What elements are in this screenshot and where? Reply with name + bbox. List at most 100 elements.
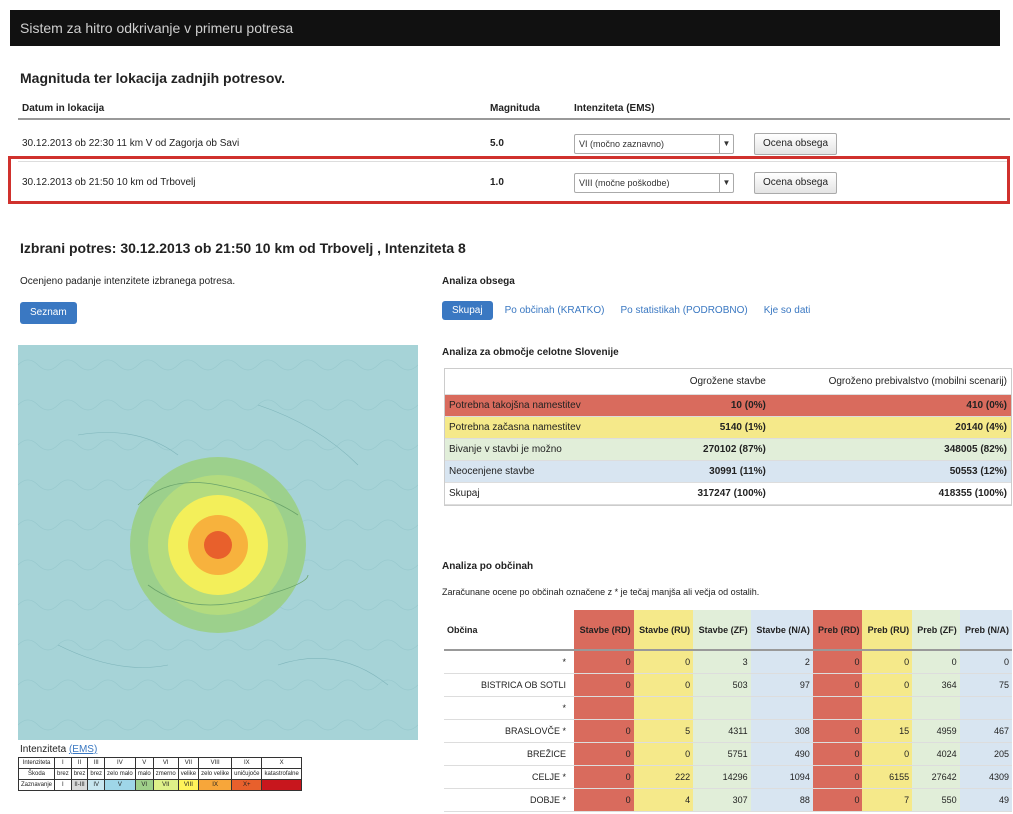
municipality-value: 0 xyxy=(912,650,960,674)
municipality-value xyxy=(812,696,863,720)
population-value: 410 (0%) xyxy=(966,400,1007,411)
municipality-col-header[interactable]: Stavbe (N/A) xyxy=(750,610,813,651)
assess-extent-button[interactable]: Ocena obsega xyxy=(754,132,838,155)
intensity-map-svg xyxy=(18,345,418,740)
municipality-value: 49 xyxy=(959,788,1012,812)
municipality-col-header[interactable]: Občina xyxy=(444,610,574,651)
population-value: 418355 (100%) xyxy=(938,488,1007,499)
municipality-value: 0 xyxy=(862,650,913,674)
municipality-row: BISTRICA OB SOTLI 0 0 503 97 0 0 364 75 xyxy=(444,673,1012,697)
ems-link[interactable]: (EMS) xyxy=(69,744,97,755)
municipality-value xyxy=(633,696,694,720)
municipality-value: 490 xyxy=(750,742,813,766)
municipality-value: 0 xyxy=(633,650,694,674)
municipality-name: BREŽICE xyxy=(444,742,574,766)
damage-category: Skupaj xyxy=(449,488,480,499)
municipality-value: 0 xyxy=(574,719,634,743)
population-value: 50553 (12%) xyxy=(949,466,1007,477)
tab-data-source[interactable]: Kje so dati xyxy=(760,301,815,320)
municipality-row: * xyxy=(444,696,1012,720)
intensity-map[interactable] xyxy=(18,345,418,740)
municipality-value xyxy=(912,696,960,720)
tab-by-statistics[interactable]: Po statistikah (PODROBNO) xyxy=(616,301,751,320)
header-intensity: Intenziteta (EMS) xyxy=(574,102,655,114)
municipality-name: * xyxy=(444,650,574,674)
municipality-value: 75 xyxy=(959,673,1012,697)
municipality-row: DOBJE * 0 4 307 88 0 7 550 49 xyxy=(444,788,1012,812)
municipality-value: 0 xyxy=(574,742,634,766)
damage-category: Bivanje v stavbi je možno xyxy=(449,444,562,455)
municipality-row: CELJE * 0 222 14296 1094 0 6155 27642 4309 xyxy=(444,765,1012,789)
municipality-name: CELJE * xyxy=(444,765,574,789)
municipality-value: 307 xyxy=(693,788,751,812)
municipality-value: 97 xyxy=(750,673,813,697)
area-analysis-title: Analiza za območje celotne Slovenije xyxy=(442,347,619,358)
municipality-value: 3 xyxy=(693,650,751,674)
app-title: Sistem za hitro odkrivanje v primeru pot… xyxy=(20,20,294,36)
population-value: 20140 (4%) xyxy=(955,422,1007,433)
municipality-col-header[interactable]: Preb (N/A) xyxy=(959,610,1012,651)
municipality-name: BRASLOVČE * xyxy=(444,719,574,743)
municipality-col-header[interactable]: Preb (RD) xyxy=(812,610,863,651)
damage-category: Neocenjene stavbe xyxy=(449,466,535,477)
municipality-name: BISTRICA OB SOTLI xyxy=(444,673,574,697)
damage-row: Skupaj 317247 (100%) 418355 (100%) xyxy=(445,483,1011,505)
damage-category: Potrebna začasna namestitev xyxy=(449,422,581,433)
municipality-value xyxy=(750,696,813,720)
municipality-col-header[interactable]: Preb (RU) xyxy=(862,610,913,651)
municipality-col-header[interactable]: Stavbe (RU) xyxy=(633,610,694,651)
tab-total[interactable]: Skupaj xyxy=(442,301,493,320)
damage-category: Potrebna takojšna namestitev xyxy=(449,400,581,411)
intensity-select[interactable]: VI (močno zaznavno) ▼ xyxy=(574,133,734,154)
municipality-value xyxy=(862,696,913,720)
municipality-value: 0 xyxy=(812,673,863,697)
municipality-value xyxy=(693,696,751,720)
chevron-down-icon: ▼ xyxy=(719,134,733,153)
municipality-value: 0 xyxy=(812,742,863,766)
municipality-value: 205 xyxy=(959,742,1012,766)
municipality-value: 364 xyxy=(912,673,960,697)
municipality-value: 0 xyxy=(633,742,694,766)
damage-row: Potrebna začasna namestitev 5140 (1%) 2014… xyxy=(445,417,1011,439)
selected-quake-title: Izbrani potres: 30.12.2013 ob 21:50 10 k… xyxy=(20,240,466,256)
quake-location: 30.12.2013 ob 22:30 11 km V od Zagorja o… xyxy=(22,138,240,149)
damage-row: Bivanje v stavbi je možno 270102 (87%) 348… xyxy=(445,439,1011,461)
tab-by-municipality[interactable]: Po občinah (KRATKO) xyxy=(501,301,609,320)
epicenter-marker xyxy=(204,531,232,559)
damage-table-header: Ogrožene stavbe Ogroženo prebivalstvo (m… xyxy=(445,369,1011,395)
municipality-value: 0 xyxy=(633,673,694,697)
municipality-value: 15 xyxy=(862,719,913,743)
municipality-name: * xyxy=(444,696,574,720)
municipality-value: 0 xyxy=(862,742,913,766)
damage-row: Potrebna takojšna namestitev 10 (0%) 410 (… xyxy=(445,395,1011,417)
municipality-note: Zaračunane ocene po občinah označene z *… xyxy=(442,587,760,597)
municipality-col-header[interactable]: Stavbe (ZF) xyxy=(693,610,751,651)
municipality-value: 0 xyxy=(574,673,634,697)
municipality-value: 0 xyxy=(812,650,863,674)
municipality-value: 308 xyxy=(750,719,813,743)
municipality-value: 5751 xyxy=(693,742,751,766)
municipality-value: 0 xyxy=(812,719,863,743)
municipality-header-row: Občina Stavbe (RD) Stavbe (RU) Stavbe (ZF) S… xyxy=(444,610,1012,651)
municipality-value xyxy=(959,696,1012,720)
list-button[interactable]: Seznam xyxy=(20,302,77,324)
quake-magnitude: 5.0 xyxy=(490,138,504,149)
municipality-value: 1094 xyxy=(750,765,813,789)
municipality-col-header[interactable]: Preb (ZF) xyxy=(912,610,960,651)
municipality-analysis-title: Analiza po občinah xyxy=(442,561,534,572)
municipality-value xyxy=(574,696,634,720)
municipality-value: 0 xyxy=(862,673,913,697)
municipality-row: BREŽICE 0 0 5751 490 0 0 4024 205 xyxy=(444,742,1012,766)
recent-quakes-title: Magnituda ter lokacija zadnjih potresov. xyxy=(20,70,286,86)
municipality-value: 4309 xyxy=(959,765,1012,789)
municipality-value: 0 xyxy=(812,765,863,789)
population-value: 348005 (82%) xyxy=(944,444,1007,455)
municipality-value: 4959 xyxy=(912,719,960,743)
municipality-col-header[interactable]: Stavbe (RD) xyxy=(574,610,634,651)
buildings-value: 10 (0%) xyxy=(730,400,766,411)
municipality-value: 5 xyxy=(633,719,694,743)
municipality-value: 0 xyxy=(574,650,634,674)
municipality-value: 0 xyxy=(574,765,634,789)
municipality-value: 2 xyxy=(750,650,813,674)
municipality-value: 550 xyxy=(912,788,960,812)
